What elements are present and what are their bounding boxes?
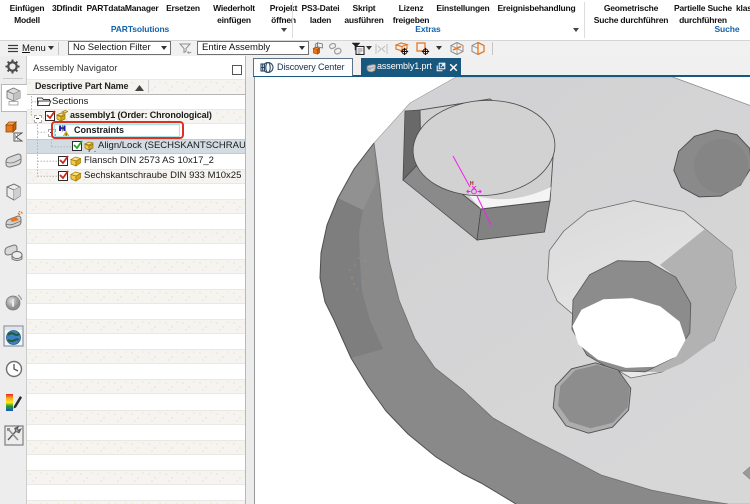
svg-text:H: H (470, 181, 474, 187)
svg-text:i: i (12, 299, 15, 310)
